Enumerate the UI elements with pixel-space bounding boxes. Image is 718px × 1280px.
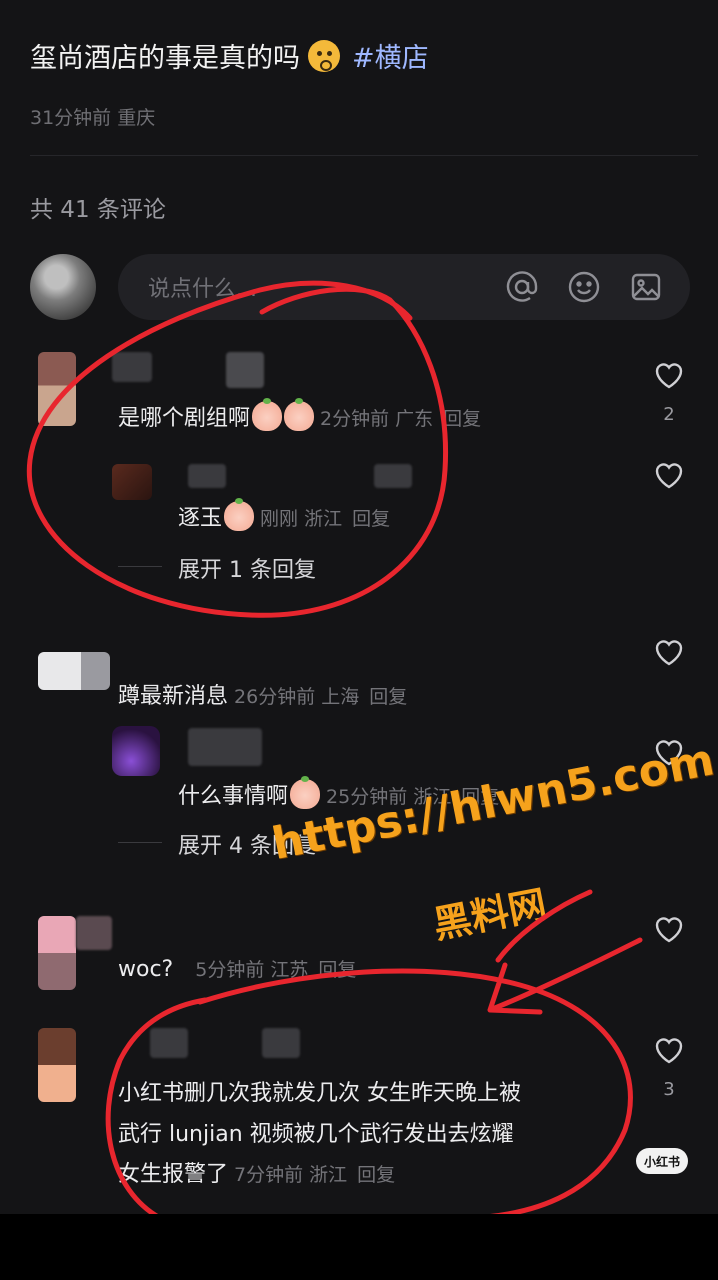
blurred-username	[374, 464, 412, 488]
divider	[30, 155, 698, 156]
comment-body: 是哪个剧组啊	[118, 406, 251, 431]
comments-count: 共 41 条评论	[30, 197, 166, 223]
blurred-username	[226, 352, 264, 388]
blurred-username	[150, 1028, 188, 1058]
comment-avatar[interactable]	[38, 916, 76, 990]
reply-text: 逐玉 刚刚 浙江 回复	[178, 498, 390, 532]
comment-avatar[interactable]	[38, 352, 76, 426]
comment-time: 5分钟前	[195, 959, 265, 981]
comment-text-line-2: 武行 lunjian 视频被几个武行发出去炫耀	[118, 1122, 514, 1147]
anxious-face-emoji-icon	[308, 40, 340, 72]
comment-text: 蹲最新消息 26分钟前 上海 回复	[118, 678, 407, 710]
reply-button[interactable]: 回复	[318, 959, 356, 981]
reply-time: 刚刚	[260, 508, 299, 530]
comment-text: woc? 5分钟前 江苏 回复	[118, 955, 356, 982]
reply-button[interactable]: 回复	[443, 408, 481, 430]
expand-divider	[118, 842, 162, 843]
peach-emoji-icon	[252, 398, 283, 431]
reply-button[interactable]: 回复	[357, 1164, 395, 1186]
comment-time: 7分钟前	[234, 1164, 304, 1186]
reply-location: 浙江	[304, 508, 343, 530]
comment-text-line-1: 小红书删几次我就发几次 女生昨天晚上被	[118, 1081, 521, 1106]
post-title: 玺尚酒店的事是真的吗 #横店	[30, 36, 429, 75]
comment-avatar[interactable]	[38, 1028, 76, 1102]
comment-input[interactable]: 说点什么...	[118, 254, 690, 320]
comment-avatar[interactable]	[38, 652, 110, 690]
post-meta: 31分钟前 重庆	[30, 107, 156, 129]
comment-body: woc?	[118, 957, 174, 982]
comment-location: 浙江	[309, 1164, 348, 1186]
reply-body: 逐玉	[178, 506, 223, 531]
comment-body: 女生报警了	[118, 1162, 229, 1187]
comment-location: 江苏	[270, 959, 309, 981]
comment-time: 26分钟前	[234, 686, 316, 708]
watermark-site-name: 黑料网	[429, 882, 551, 948]
reply-button[interactable]: 回复	[352, 508, 390, 530]
expand-replies-button[interactable]: 展开 1 条回复	[178, 552, 316, 584]
comment-location: 广东	[395, 408, 434, 430]
like-count: 3	[663, 1079, 675, 1100]
comment-location: 上海	[321, 686, 360, 708]
comment-input-placeholder[interactable]: 说点什么...	[148, 271, 504, 303]
like-heart-icon[interactable]	[652, 912, 686, 946]
reply-button[interactable]: 回复	[369, 686, 407, 708]
like-count: 2	[663, 404, 675, 425]
comment-text: 是哪个剧组啊 2分钟前 广东 回复	[118, 398, 481, 432]
blurred-username	[188, 464, 226, 488]
peach-emoji-icon	[224, 498, 255, 531]
blurred-username	[262, 1028, 300, 1058]
reply-body: 什么事情啊	[178, 784, 289, 809]
blurred-username	[112, 352, 152, 382]
peach-emoji-icon	[290, 776, 321, 809]
like-heart-icon[interactable]	[652, 635, 686, 669]
reply-avatar[interactable]	[112, 726, 160, 776]
image-icon[interactable]	[628, 269, 664, 305]
blurred-username	[188, 728, 262, 766]
emoji-icon[interactable]	[566, 269, 602, 305]
at-icon[interactable]	[504, 269, 540, 305]
comment-time: 2分钟前	[320, 408, 390, 430]
current-user-avatar	[30, 254, 96, 320]
bottom-bar	[0, 1214, 718, 1280]
like-heart-icon[interactable]	[652, 458, 686, 492]
post-hashtag[interactable]: #横店	[352, 43, 429, 74]
post-title-text: 玺尚酒店的事是真的吗	[30, 43, 300, 74]
peach-emoji-icon	[284, 398, 315, 431]
reply-avatar[interactable]	[112, 464, 152, 500]
blurred-username	[76, 916, 112, 950]
comment-body: 蹲最新消息	[118, 684, 229, 709]
comment-text-line-3: 女生报警了 7分钟前 浙江 回复	[118, 1156, 395, 1188]
xiaohongshu-badge: 小红书	[636, 1148, 688, 1174]
expand-divider	[118, 566, 162, 567]
like-heart-icon[interactable]	[652, 358, 686, 392]
like-heart-icon[interactable]	[652, 1033, 686, 1067]
